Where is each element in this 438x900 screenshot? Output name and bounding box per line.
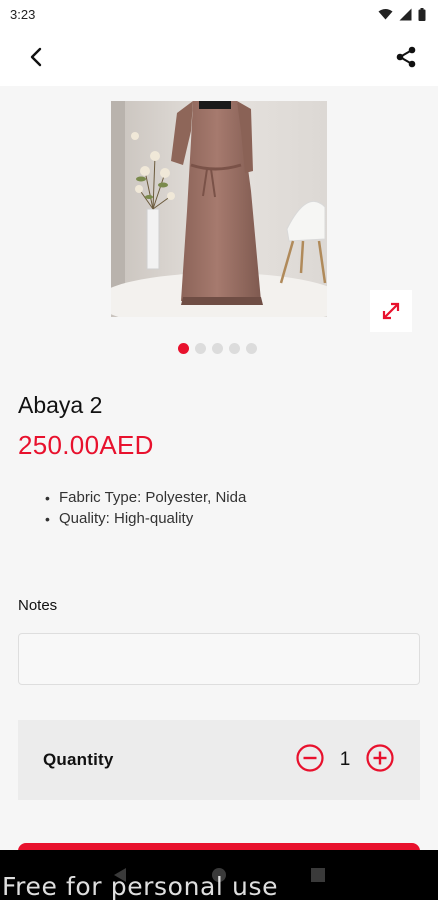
minus-circle-icon (296, 743, 324, 772)
back-button[interactable] (22, 43, 50, 71)
feature-item: • Quality: High-quality (45, 509, 246, 530)
battery-icon (418, 7, 426, 21)
pagination-dot[interactable] (195, 343, 206, 354)
expand-icon (382, 302, 400, 320)
wifi-icon (378, 9, 393, 20)
product-photo (111, 101, 327, 317)
quantity-selector: Quantity 1 (18, 720, 420, 800)
product-title: Abaya 2 (18, 392, 103, 418)
bullet-icon: • (45, 490, 50, 506)
image-pagination (178, 343, 257, 354)
product-price: 250.00AED (18, 430, 154, 460)
pagination-dot[interactable] (246, 343, 257, 354)
pagination-dot[interactable] (229, 343, 240, 354)
share-icon (396, 46, 416, 68)
bullet-icon: • (45, 510, 50, 527)
product-detail-screen: 3:23 Abaya 2 250.00AED • Fabric Type: Po… (0, 0, 438, 900)
expand-image-button[interactable] (370, 290, 412, 332)
quantity-value: 1 (339, 749, 351, 770)
status-time: 3:23 (10, 6, 36, 22)
quantity-label: Quantity (43, 750, 114, 769)
product-features: • Fabric Type: Polyester, Nida • Quality… (45, 488, 246, 529)
status-icons (378, 7, 426, 21)
signal-icon (399, 8, 412, 20)
app-bar (0, 28, 438, 86)
feature-item: • Fabric Type: Polyester, Nida (45, 488, 246, 509)
decrement-button[interactable] (295, 743, 325, 778)
notes-input[interactable] (18, 633, 420, 685)
watermark-text: Free for personal use (2, 872, 279, 900)
status-bar: 3:23 (0, 0, 438, 28)
pagination-dot[interactable] (212, 343, 223, 354)
increment-button[interactable] (365, 743, 395, 778)
feature-text: Fabric Type: Polyester, Nida (59, 489, 247, 506)
pagination-dot[interactable] (178, 343, 189, 354)
product-image[interactable] (111, 101, 327, 317)
recents-square-icon[interactable] (310, 867, 326, 883)
quantity-controls: 1 (295, 743, 395, 778)
feature-text: Quality: High-quality (59, 509, 194, 527)
plus-circle-icon (366, 743, 394, 772)
notes-label: Notes (18, 597, 58, 614)
chevron-left-icon (30, 47, 42, 67)
share-button[interactable] (392, 43, 420, 71)
